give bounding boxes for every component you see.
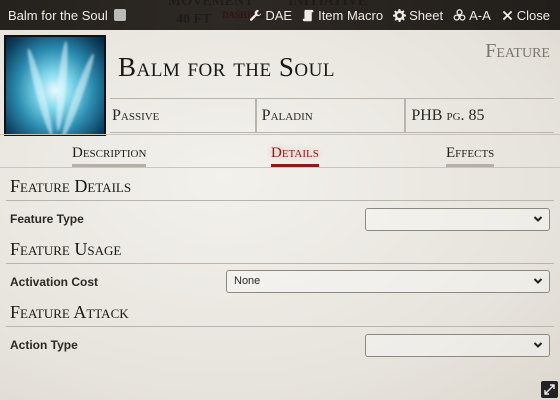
source-summary[interactable]: PHB pg. 85	[404, 99, 554, 132]
chevron-down-icon	[533, 216, 543, 222]
activation-cost-label: Activation Cost	[10, 275, 99, 289]
resize-handle[interactable]	[541, 381, 558, 398]
window-title-text: Balm for the Soul	[8, 7, 108, 23]
close-button[interactable]: Close	[501, 8, 550, 23]
expand-icon	[544, 384, 555, 395]
activation-cost-value: None	[234, 275, 261, 287]
gear-icon	[393, 8, 407, 22]
window-header[interactable]: Balm for the Soul DAE Item Macro Sheet A…	[0, 0, 560, 30]
requirements-summary[interactable]: Paladin	[254, 99, 405, 132]
aa-button[interactable]: A-A	[453, 8, 491, 23]
tab-effects[interactable]: Effects	[446, 145, 495, 167]
aa-label: A-A	[469, 7, 491, 23]
chevron-down-icon	[533, 342, 543, 348]
sheet-tabs: Description Details Effects	[0, 134, 560, 168]
item-name[interactable]: Balm for the Soul	[118, 52, 335, 83]
activation-summary: Passive	[112, 106, 160, 124]
tab-details[interactable]: Details	[271, 145, 319, 167]
biohazard-icon	[453, 8, 466, 21]
window-title: Balm for the Soul	[0, 8, 249, 23]
tab-description[interactable]: Description	[72, 145, 147, 167]
feature-type-select[interactable]	[365, 208, 550, 231]
item-macro-label: Item Macro	[318, 7, 384, 23]
item-portrait[interactable]	[4, 35, 106, 136]
dae-label: DAE	[265, 7, 293, 23]
item-badge-icon	[113, 9, 126, 21]
chevron-down-icon	[533, 278, 543, 284]
feature-usage-heading: Feature Usage	[10, 239, 122, 259]
close-icon	[502, 10, 512, 20]
action-type-label: Action Type	[10, 338, 78, 352]
item-summary: Passive Paladin PHB pg. 85	[110, 98, 554, 133]
section-divider	[6, 263, 554, 264]
section-divider	[6, 200, 554, 201]
feature-type-label: Feature Type	[10, 212, 84, 226]
close-label: Close	[516, 7, 550, 23]
activation-cost-select[interactable]: None	[226, 270, 550, 293]
action-type-select[interactable]	[365, 334, 550, 357]
dae-button[interactable]: DAE	[249, 8, 292, 23]
sheet-label: Sheet	[409, 7, 444, 23]
wrench-icon	[250, 9, 262, 21]
item-macro-button[interactable]: Item Macro	[302, 8, 383, 23]
scroll-icon	[302, 9, 314, 21]
feature-attack-heading: Feature Attack	[10, 302, 129, 322]
item-sheet: Balm for the Soul Feature Passive Paladi…	[0, 30, 560, 400]
feature-details-heading: Feature Details	[10, 176, 132, 196]
sheet-button[interactable]: Sheet	[393, 8, 443, 23]
section-divider	[6, 326, 554, 327]
item-type: Feature	[485, 40, 550, 62]
